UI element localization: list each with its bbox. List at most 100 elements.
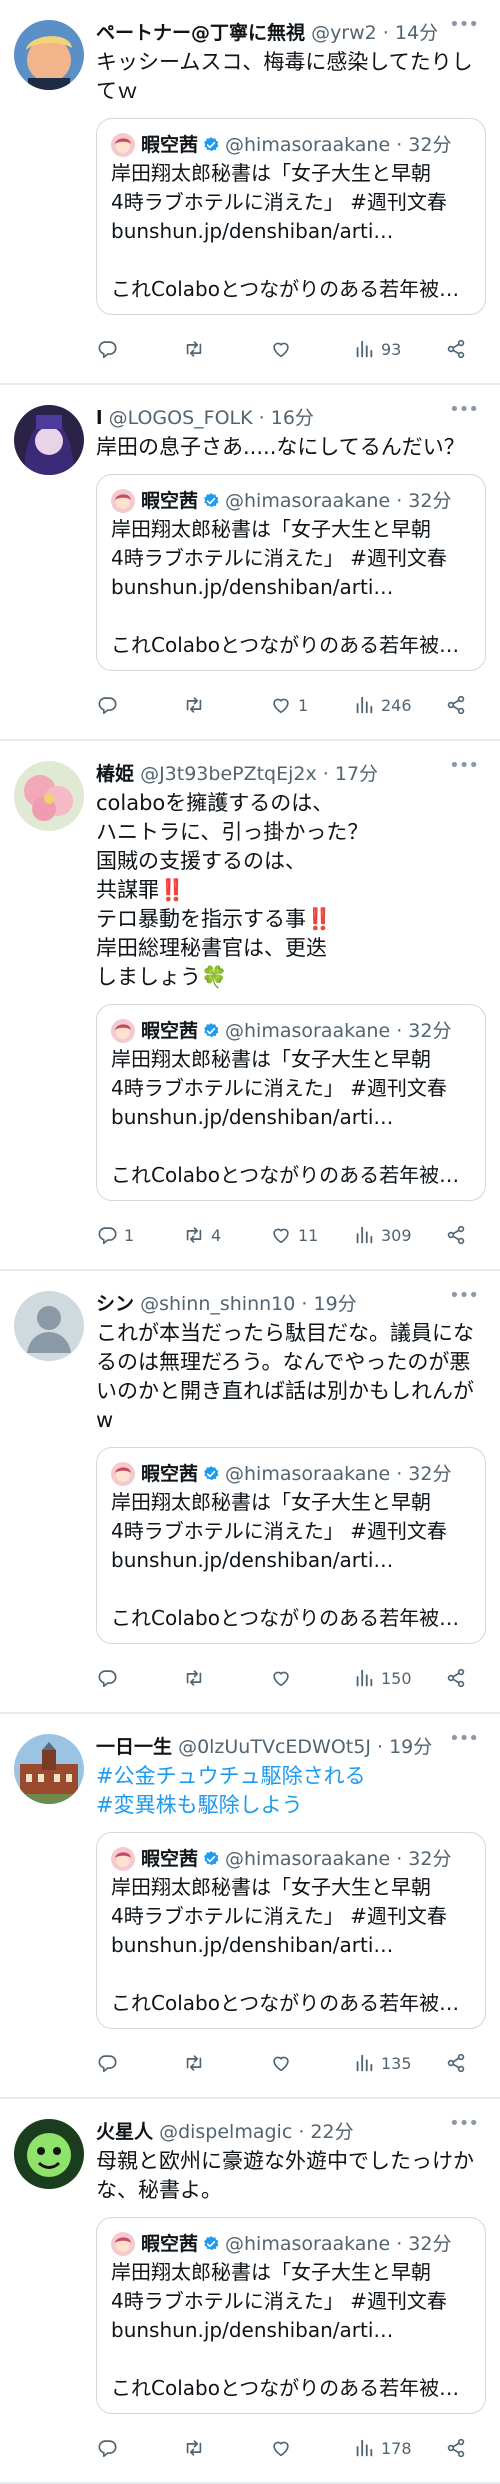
- verified-badge-icon: [202, 136, 220, 154]
- tweet[interactable]: ••• l @LOGOS_FOLK · 16分 岸田の息子さあ.....なにして…: [0, 385, 500, 741]
- user-handle[interactable]: @yrw2: [311, 22, 377, 44]
- share-button[interactable]: [445, 694, 475, 716]
- like-button[interactable]: [270, 2052, 353, 2074]
- share-icon: [445, 338, 467, 360]
- quote-spacer: [111, 1575, 471, 1604]
- tweet[interactable]: ••• 火星人 @dispelmagic · 22分 母親と欧州に豪遊な外遊中で…: [0, 2099, 500, 2484]
- reply-button[interactable]: [96, 2437, 183, 2459]
- avatar[interactable]: [14, 1291, 84, 1361]
- views-button[interactable]: 93: [353, 338, 445, 360]
- retweet-button[interactable]: [183, 2437, 270, 2459]
- display-name[interactable]: l: [96, 407, 103, 429]
- display-name[interactable]: 火星人: [96, 2121, 153, 2143]
- more-options-icon[interactable]: •••: [449, 14, 479, 35]
- views-icon: [353, 2437, 375, 2459]
- like-button[interactable]: 1: [270, 694, 353, 716]
- more-options-icon[interactable]: •••: [449, 1728, 479, 1749]
- quote-text-line: 4時ラブホテルに消えた」 #週刊文春: [111, 190, 447, 214]
- quote-timestamp: 32分: [408, 2233, 452, 2255]
- tweet-text: #公金チュウチュ駆除される #変異株も駆除しよう: [96, 1762, 486, 1820]
- user-handle[interactable]: @LOGOS_FOLK: [109, 407, 253, 429]
- quote-handle: @himasoraakane: [225, 134, 391, 156]
- user-handle[interactable]: @shinn_shinn10: [140, 1293, 295, 1315]
- timestamp[interactable]: 22分: [310, 2121, 353, 2143]
- separator-dot: ·: [390, 1848, 409, 1870]
- reply-button[interactable]: [96, 338, 183, 360]
- retweet-button[interactable]: [183, 338, 270, 360]
- timestamp[interactable]: 17分: [335, 763, 378, 785]
- views-button[interactable]: 150: [353, 1667, 445, 1689]
- retweet-button[interactable]: 4: [183, 1224, 270, 1246]
- quoted-tweet[interactable]: 暇空茜 @himasoraakane · 32分 岸田翔太郎秘書は「女子大生と早…: [96, 1832, 486, 2029]
- quoted-tweet[interactable]: 暇空茜 @himasoraakane · 32分 岸田翔太郎秘書は「女子大生と早…: [96, 474, 486, 671]
- user-handle[interactable]: @dispelmagic: [159, 2121, 292, 2143]
- like-button[interactable]: 11: [270, 1224, 353, 1246]
- display-name[interactable]: ペートナー@丁寧に無視: [96, 22, 305, 44]
- quote-text-line: 4時ラブホテルに消えた」 #週刊文春: [111, 1904, 447, 1928]
- views-button[interactable]: 309: [353, 1224, 445, 1246]
- hashtag-link[interactable]: #公金チュウチュ駆除される: [96, 1762, 486, 1791]
- tweet-text: colaboを擁護するのは、 ハニトラに、引っ掛かった？ 国賊の支援するのは、 …: [96, 791, 369, 989]
- quoted-tweet[interactable]: 暇空茜 @himasoraakane · 32分 岸田翔太郎秘書は「女子大生と早…: [96, 1004, 486, 1201]
- more-options-icon[interactable]: •••: [449, 2113, 479, 2134]
- timestamp[interactable]: 19分: [314, 1293, 357, 1315]
- more-options-icon[interactable]: •••: [449, 1285, 479, 1306]
- share-button[interactable]: [445, 2437, 475, 2459]
- quote-text-line: 岸田翔太郎秘書は「女子大生と早朝: [111, 161, 431, 185]
- views-button[interactable]: 135: [353, 2052, 445, 2074]
- quoted-tweet[interactable]: 暇空茜 @himasoraakane · 32分 岸田翔太郎秘書は「女子大生と早…: [96, 1447, 486, 1644]
- reply-button[interactable]: [96, 1667, 183, 1689]
- quote-text-line: 4時ラブホテルに消えた」 #週刊文春: [111, 546, 447, 570]
- timestamp[interactable]: 19分: [389, 1736, 432, 1758]
- tweet[interactable]: ••• 一日一生 @0lzUuTVcEDWOt5J · 19分 #公金チュウチュ…: [0, 1714, 500, 2099]
- avatar[interactable]: [14, 20, 84, 90]
- tweet[interactable]: ••• シン @shinn_shinn10 · 19分 これが本当だったら駄目だ…: [0, 1271, 500, 1714]
- quoted-tweet[interactable]: 暇空茜 @himasoraakane · 32分 岸田翔太郎秘書は「女子大生と早…: [96, 2217, 486, 2414]
- more-options-icon[interactable]: •••: [449, 755, 479, 776]
- share-button[interactable]: [445, 2052, 475, 2074]
- quote-text-line: 4時ラブホテルに消えた」 #週刊文春: [111, 1519, 447, 1543]
- share-button[interactable]: [445, 1667, 475, 1689]
- user-handle[interactable]: @J3t93bePZtqEj2x: [140, 763, 317, 785]
- tweet[interactable]: ••• 椿姫 @J3t93bePZtqEj2x · 17分 colaboを擁護す…: [0, 741, 500, 1271]
- share-icon: [445, 1667, 467, 1689]
- views-button[interactable]: 246: [353, 694, 445, 716]
- like-button[interactable]: [270, 1667, 353, 1689]
- retweet-button[interactable]: [183, 1667, 270, 1689]
- hashtag-link[interactable]: #変異株も駆除しよう: [96, 1791, 486, 1820]
- timestamp[interactable]: 14分: [395, 22, 438, 44]
- quote-spacer: [111, 1960, 471, 1989]
- quote-text-line: これColaboとつながりのある若年被…: [111, 633, 460, 657]
- tweet[interactable]: ••• ペートナー@丁寧に無視 @yrw2 · 14分 キッシームスコ、梅毒に感…: [0, 0, 500, 385]
- quote-header: 暇空茜 @himasoraakane · 32分: [111, 1845, 471, 1873]
- quoted-tweet[interactable]: 暇空茜 @himasoraakane · 32分 岸田翔太郎秘書は「女子大生と早…: [96, 118, 486, 315]
- reply-button[interactable]: [96, 694, 183, 716]
- like-icon: [270, 2052, 292, 2074]
- avatar[interactable]: [14, 2119, 84, 2189]
- display-name[interactable]: シン: [96, 1293, 134, 1315]
- quote-display-name: 暇空茜: [141, 134, 199, 156]
- avatar[interactable]: [14, 1734, 84, 1804]
- avatar[interactable]: [14, 405, 84, 475]
- avatar[interactable]: [14, 761, 84, 831]
- views-button[interactable]: 178: [353, 2437, 445, 2459]
- like-button[interactable]: [270, 338, 353, 360]
- timestamp[interactable]: 16分: [271, 407, 314, 429]
- user-handle[interactable]: @0lzUuTVcEDWOt5J: [178, 1736, 371, 1758]
- like-button[interactable]: [270, 2437, 353, 2459]
- share-button[interactable]: [445, 338, 475, 360]
- reply-button[interactable]: 1: [96, 1224, 183, 1246]
- retweet-button[interactable]: [183, 2052, 270, 2074]
- reply-button[interactable]: [96, 2052, 183, 2074]
- quote-text-line: これColaboとつながりのある若年被…: [111, 2376, 460, 2400]
- display-name[interactable]: 一日一生: [96, 1736, 172, 1758]
- display-name[interactable]: 椿姫: [96, 763, 134, 785]
- quote-spacer: [111, 602, 471, 631]
- verified-badge-icon: [202, 1465, 220, 1483]
- separator-dot: ·: [390, 134, 409, 156]
- share-button[interactable]: [445, 1224, 475, 1246]
- separator-dot: ·: [390, 2233, 409, 2255]
- view-count: 93: [381, 339, 402, 359]
- retweet-button[interactable]: [183, 694, 270, 716]
- more-options-icon[interactable]: •••: [449, 399, 479, 420]
